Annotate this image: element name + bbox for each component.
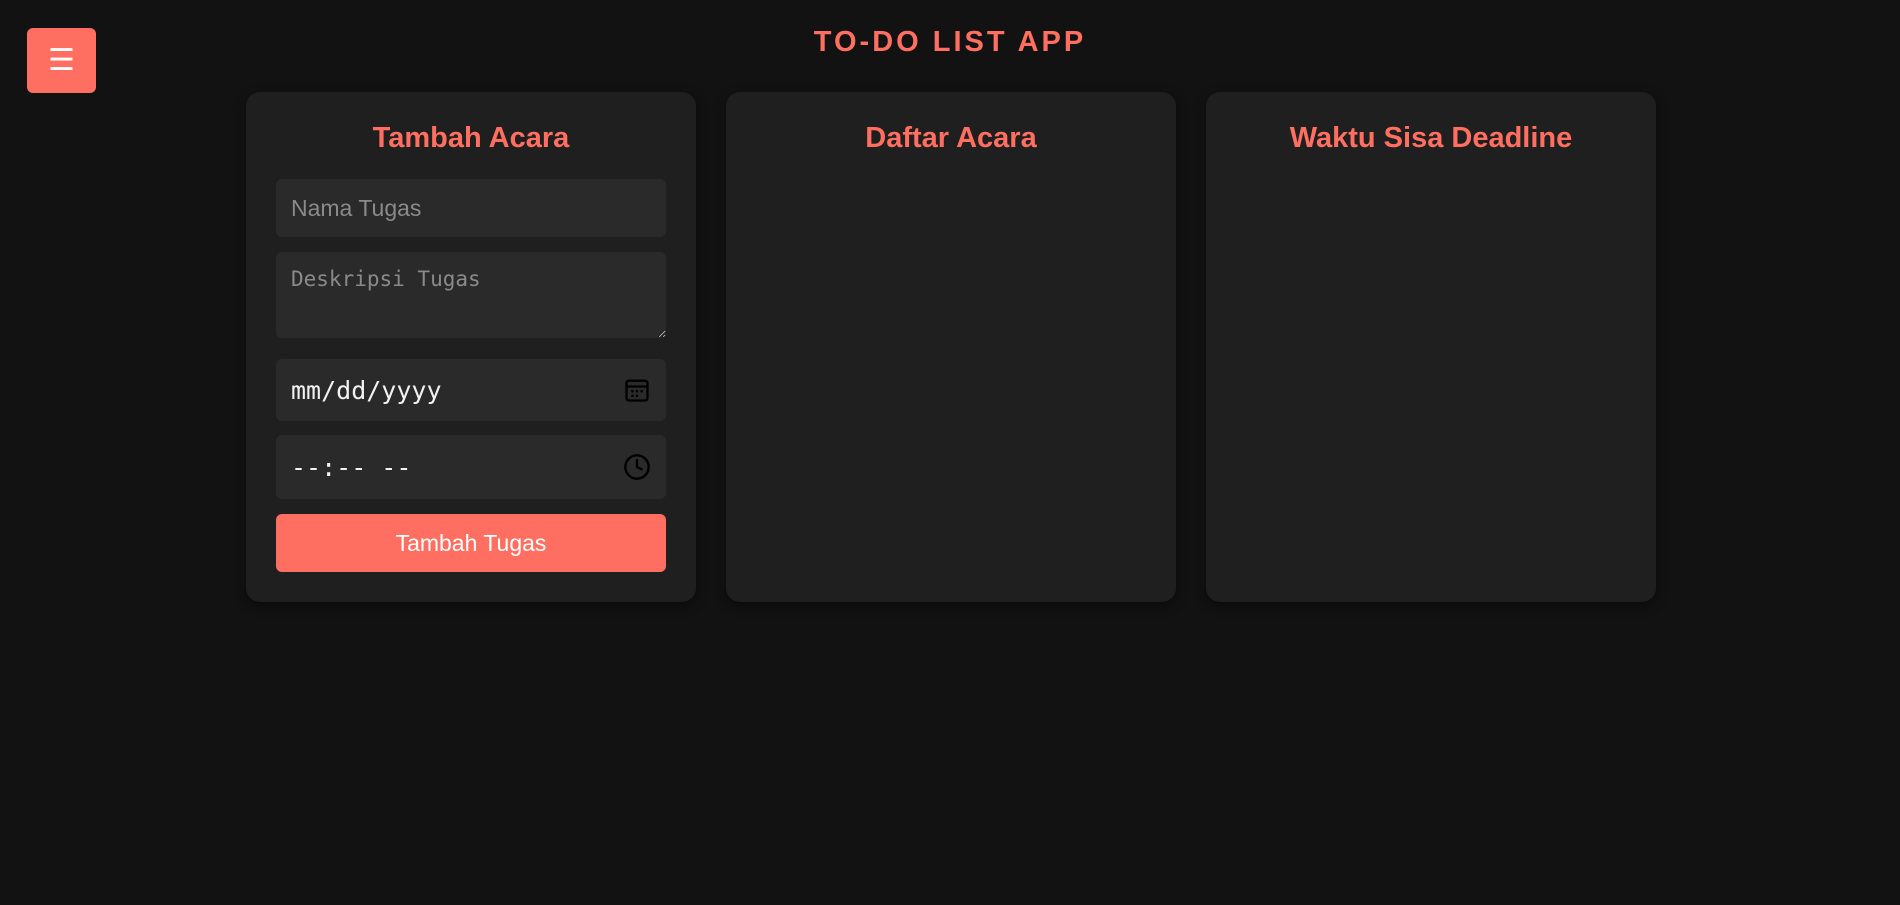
- add-task-button[interactable]: Tambah Tugas: [276, 514, 666, 572]
- event-list-title: Daftar Acara: [865, 122, 1037, 154]
- clock-icon[interactable]: [623, 453, 651, 481]
- task-date-input[interactable]: mm/dd/yyyy: [276, 359, 666, 421]
- event-list-panel: Daftar Acara: [726, 92, 1176, 602]
- task-name-input[interactable]: [276, 179, 666, 237]
- date-placeholder: mm/dd/yyyy: [291, 375, 442, 405]
- time-placeholder: --:-- --: [291, 452, 412, 482]
- add-event-title: Tambah Acara: [372, 122, 570, 154]
- event-list: [756, 182, 1146, 572]
- app-title: TO-DO LIST APP: [813, 26, 1087, 58]
- deadline-list: [1236, 182, 1626, 572]
- calendar-icon[interactable]: [623, 376, 651, 404]
- add-event-panel: Tambah Acara mm/dd/yyyy --:-- -- Tambah …: [246, 92, 696, 602]
- task-description-input[interactable]: [276, 252, 666, 338]
- deadline-title: Waktu Sisa Deadline: [1289, 122, 1573, 154]
- deadline-panel: Waktu Sisa Deadline: [1206, 92, 1656, 602]
- task-time-input[interactable]: --:-- --: [276, 435, 666, 499]
